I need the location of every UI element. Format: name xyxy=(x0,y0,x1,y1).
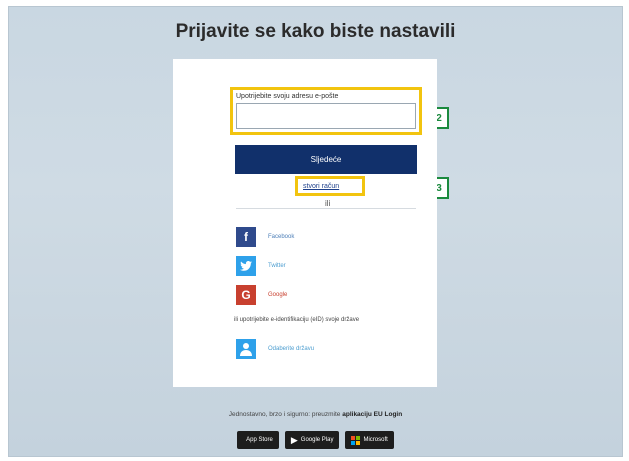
create-account-link[interactable]: stvori račun xyxy=(303,183,339,190)
facebook-login-button[interactable]: f Facebook xyxy=(236,227,416,247)
eid-login-button[interactable]: Odaberite državu xyxy=(236,339,416,359)
footer-text-prefix: Jednostavno, brzo i sigurno: preuzmite xyxy=(228,411,341,418)
google-label: Google xyxy=(268,292,288,298)
play-icon: ▶ xyxy=(290,434,298,445)
email-input[interactable] xyxy=(236,103,416,129)
google-login-button[interactable]: G Google xyxy=(236,285,416,305)
footer-text: Jednostavno, brzo i sigurno: preuzmite a… xyxy=(9,411,622,418)
page-title: Prijavite se kako biste nastavili xyxy=(175,21,456,42)
twitter-label: Twitter xyxy=(268,263,286,269)
login-card: Upotrijebite svoju adresu e-pošte Sljede… xyxy=(173,59,437,387)
next-button[interactable]: Sljedeće xyxy=(235,145,417,174)
facebook-icon: f xyxy=(236,227,256,247)
or-separator: ili xyxy=(325,199,331,208)
email-label: Upotrijebite svoju adresu e-pošte xyxy=(236,93,339,100)
twitter-icon xyxy=(236,256,256,276)
google-play-label: Google Play xyxy=(300,437,334,443)
divider xyxy=(236,208,416,209)
app-store-badge[interactable]: App Store xyxy=(237,431,279,449)
app-store-badges: App Store ▶ Google Play Microsoft xyxy=(9,431,622,449)
facebook-label: Facebook xyxy=(268,234,295,240)
microsoft-badge[interactable]: Microsoft xyxy=(345,431,394,449)
google-play-badge[interactable]: ▶ Google Play xyxy=(284,431,340,449)
eid-label: Odaberite državu xyxy=(268,346,315,352)
person-icon xyxy=(236,339,256,359)
footer-text-app: aplikaciju EU Login xyxy=(342,411,403,418)
google-icon: G xyxy=(236,285,256,305)
app-store-label: App Store xyxy=(246,437,273,443)
microsoft-label: Microsoft xyxy=(363,437,388,443)
screenshot-area: Prijavite se kako biste nastavili 2 3 Up… xyxy=(8,6,623,457)
twitter-login-button[interactable]: Twitter xyxy=(236,256,416,276)
eid-description: ili upotrijebite e-identifikaciju (eID) … xyxy=(234,317,360,323)
microsoft-icon xyxy=(351,435,361,445)
